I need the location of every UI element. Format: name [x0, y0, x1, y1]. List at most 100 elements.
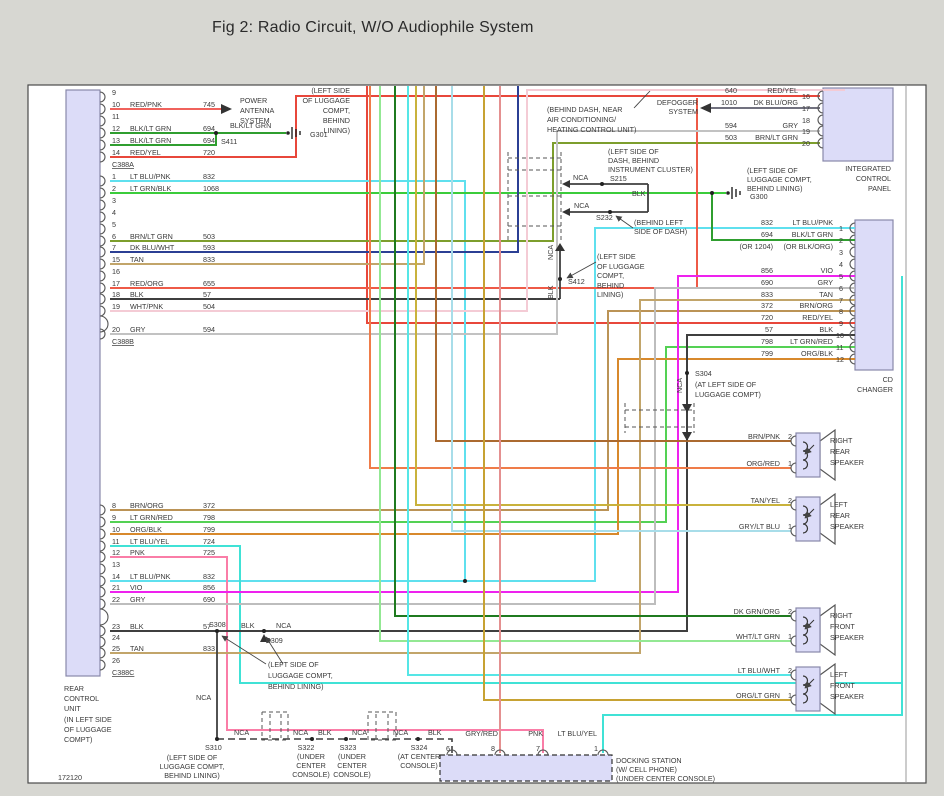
diagram-label: 503	[725, 133, 737, 142]
diagram-label: 17	[802, 104, 810, 113]
diagram-label: 11	[112, 112, 119, 121]
diagram-label: LEFT	[830, 500, 848, 509]
diagram-label: 3	[839, 248, 843, 257]
diagram-label: 172120	[58, 773, 82, 782]
diagram-label: CONTROL	[856, 174, 891, 183]
diagram-label: BEHIND LINING)	[164, 771, 220, 780]
diagram-label: (LEFT SIDE OF	[608, 147, 659, 156]
splice-s215	[600, 182, 604, 186]
diagram-label: NCA	[196, 693, 211, 702]
diagram-label: 799	[203, 525, 215, 534]
splice-s324	[416, 737, 420, 741]
diagram-label: LINING)	[324, 126, 350, 135]
diagram-label: 694	[203, 124, 215, 133]
diagram-label: (LEFT SIDE	[597, 252, 636, 261]
diagram-label: 799	[761, 349, 773, 358]
diagram-label: (W/ CELL PHONE)	[616, 765, 677, 774]
diagram-label: LUGGAGE COMPT,	[268, 671, 333, 680]
diagram-label: 12	[112, 548, 120, 557]
diagram-label: TAN	[819, 290, 833, 299]
diagram-label: NCA	[546, 245, 555, 260]
diagram-label: WHT/LT GRN	[736, 632, 780, 641]
diagram-label: 8	[839, 307, 843, 316]
diagram-label: 2	[839, 236, 843, 245]
diagram-label: 26	[112, 656, 120, 665]
diagram-label: DK GRN/ORG	[734, 607, 781, 616]
ground-g301-dot	[286, 131, 290, 135]
diagram-label: UNIT	[64, 704, 81, 713]
diagram-label: NCA	[573, 173, 588, 182]
diagram-label: ORG/BLK	[130, 525, 162, 534]
diagram-label: 2	[788, 607, 792, 616]
diagram-label: BLK/LT GRN	[230, 121, 271, 130]
diagram-label: 12	[112, 124, 120, 133]
diagram-label: (IN LEFT SIDE	[64, 715, 112, 724]
diagram-label: VIO	[821, 266, 834, 275]
diagram-label: RIGHT	[830, 611, 853, 620]
diagram-label: 7	[536, 744, 540, 753]
diagram-label: G301	[310, 130, 328, 139]
diagram-label: 720	[761, 313, 773, 322]
diagram-label: BLK/LT GRN	[130, 124, 171, 133]
diagram-label: HEATING CONTROL UNIT)	[547, 125, 636, 134]
diagram-label: 1	[788, 632, 792, 641]
diagram-label: BEHIND	[597, 281, 624, 290]
diagram-label: S412	[568, 277, 585, 286]
diagram-label: 725	[203, 548, 215, 557]
diagram-label: (AT LEFT SIDE OF	[695, 380, 757, 389]
diagram-label: 18	[112, 290, 120, 299]
diagram-label: COMPT)	[64, 735, 92, 744]
diagram-label: BLK	[130, 622, 144, 631]
diagram-label: GRY	[130, 595, 146, 604]
diagram-label: 57	[765, 325, 773, 334]
diagram-label: 23	[112, 622, 120, 631]
diagram-label: S308	[209, 620, 226, 629]
diagram-label: 16	[112, 267, 120, 276]
diagram-label: 20	[112, 325, 120, 334]
diagram-label: 720	[203, 148, 215, 157]
diagram-label: SPEAKER	[830, 458, 864, 467]
diagram-label: CONSOLE)	[292, 770, 330, 779]
diagram-stage: 9 10 RED/PNK 745 11 12 BLK/LT GRN 694 13 BLK/LT G…	[0, 0, 944, 791]
diagram-label: 13	[112, 560, 120, 569]
diagram-label: 745	[203, 100, 215, 109]
diagram-label: ORG/LT GRN	[736, 691, 780, 700]
diagram-label: 14	[112, 148, 120, 157]
diagram-label: 9	[839, 319, 843, 328]
diagram-label: 1	[112, 172, 116, 181]
diagram-label: 694	[761, 230, 773, 239]
diagram-label: RED/YEL	[802, 313, 833, 322]
diagram-label: 856	[203, 583, 215, 592]
diagram-label: 57	[203, 290, 211, 299]
diagram-label: 832	[203, 172, 215, 181]
diagram-label: 690	[203, 595, 215, 604]
diagram-label: 11	[836, 343, 843, 352]
diagram-label: 2	[112, 184, 116, 193]
diagram-label: LT BLU/YEL	[558, 729, 597, 738]
diagram-label: 11	[112, 537, 119, 546]
diagram-label: 17	[112, 279, 120, 288]
diagram-label: 9	[112, 513, 116, 522]
diagram-label: PANEL	[868, 184, 891, 193]
diagram-label: BLK	[130, 290, 144, 299]
diagram-label: AIR CONDITIONING/	[547, 115, 616, 124]
diagram-label: 1	[788, 459, 792, 468]
diagram-label: 7	[839, 296, 843, 305]
diagram-label: 24	[112, 633, 120, 642]
diagram-label: CENTER	[296, 761, 326, 770]
diagram-label: SPEAKER	[830, 692, 864, 701]
diagram-label: BLK	[318, 728, 332, 737]
diagram-label: 18	[802, 116, 810, 125]
diagram-label: 594	[725, 121, 737, 130]
ground-g300-dot	[726, 191, 730, 195]
diagram-label: DOCKING STATION	[616, 756, 682, 765]
diagram-label: RIGHT	[830, 436, 853, 445]
diagram-label: 10	[112, 100, 120, 109]
diagram-label: LUGGAGE COMPT,	[747, 175, 812, 184]
diagram-label: C388B	[112, 337, 134, 346]
diagram-label: 833	[761, 290, 773, 299]
diagram-label: BLK	[632, 189, 646, 198]
diagram-label: NCA	[276, 621, 291, 630]
diagram-label: (LEFT SIDE	[311, 86, 350, 95]
diagram-label: 798	[203, 513, 215, 522]
